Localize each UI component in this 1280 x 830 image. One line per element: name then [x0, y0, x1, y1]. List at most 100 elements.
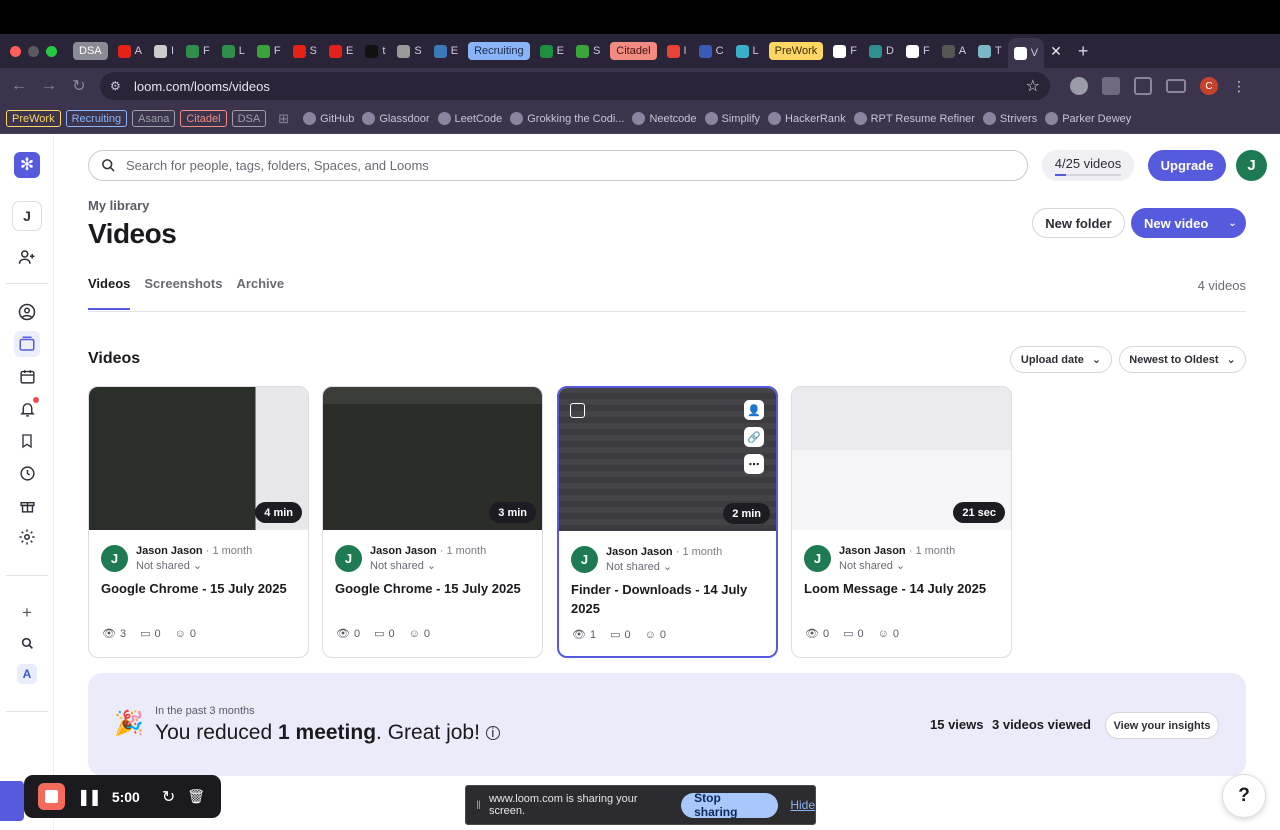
- minimize-window-button[interactable]: [28, 45, 39, 57]
- camera-bubble-edge[interactable]: [0, 781, 24, 821]
- video-title[interactable]: Finder - Downloads - 14 July 2025: [571, 580, 767, 618]
- bookmark-item[interactable]: RPT Resume Refiner: [853, 112, 975, 125]
- bookmark-star-icon[interactable]: ☆: [1026, 76, 1040, 96]
- address-bar[interactable]: ⚙ loom.com/looms/videos ☆: [100, 72, 1050, 100]
- tab-group-label[interactable]: PreWork: [768, 42, 824, 60]
- stop-recording-button[interactable]: [38, 783, 65, 810]
- tab-group-label[interactable]: Citadel: [610, 42, 657, 60]
- bookmark-item[interactable]: HackerRank: [768, 112, 846, 125]
- select-checkbox[interactable]: [570, 403, 585, 418]
- share-with-people-icon[interactable]: 👤: [744, 400, 764, 420]
- browser-tab[interactable]: S: [287, 39, 323, 63]
- new-folder-button[interactable]: New folder: [1032, 208, 1125, 238]
- browser-tab[interactable]: t: [359, 39, 391, 63]
- invite-people-icon[interactable]: [14, 244, 40, 270]
- search-icon[interactable]: [14, 630, 40, 656]
- help-button[interactable]: ?: [1222, 774, 1266, 818]
- browser-tab[interactable]: D: [863, 39, 900, 63]
- video-card[interactable]: 4 min J Jason Jason · 1 month Not shared…: [88, 386, 309, 658]
- drag-handle-icon[interactable]: ‖: [476, 798, 481, 812]
- search-input[interactable]: Search for people, tags, folders, Spaces…: [88, 150, 1028, 181]
- author-avatar[interactable]: J: [804, 545, 831, 572]
- new-tab-button[interactable]: +: [1078, 41, 1089, 62]
- author-name[interactable]: Jason Jason: [839, 545, 906, 557]
- profile-icon[interactable]: [14, 299, 40, 325]
- browser-tab[interactable]: I: [661, 39, 693, 63]
- browser-tab[interactable]: C: [693, 39, 730, 63]
- bookmark-item[interactable]: Parker Dewey: [1045, 112, 1131, 125]
- video-card[interactable]: 2 min J Jason Jason · 1 month Not shared…: [557, 386, 778, 658]
- extension-icon[interactable]: [1102, 77, 1120, 95]
- bookmark-group-chip[interactable]: Recruiting: [65, 110, 128, 127]
- add-icon[interactable]: +: [14, 600, 40, 626]
- notifications-bell-icon[interactable]: [14, 396, 40, 422]
- restart-icon[interactable]: ↻: [162, 787, 175, 807]
- puzzle-extensions-icon[interactable]: [1134, 77, 1152, 95]
- browser-tab[interactable]: I: [148, 39, 180, 63]
- apps-grid-icon[interactable]: ⊞: [278, 111, 289, 127]
- bookmark-item[interactable]: GitHub: [303, 112, 354, 125]
- video-card[interactable]: 3 min J Jason Jason · 1 month Not shared…: [322, 386, 543, 658]
- browser-tab[interactable]: A: [936, 39, 972, 63]
- sort-order-dropdown[interactable]: Newest to Oldest ⌄: [1119, 346, 1246, 373]
- breadcrumb[interactable]: My library: [88, 198, 149, 213]
- profile-avatar[interactable]: C: [1200, 77, 1218, 95]
- new-video-button[interactable]: New video ⌄: [1131, 208, 1246, 238]
- calendar-icon[interactable]: [14, 363, 40, 389]
- video-title[interactable]: Google Chrome - 15 July 2025: [335, 579, 531, 598]
- pause-icon[interactable]: ❚❚: [77, 787, 102, 807]
- browser-menu-icon[interactable]: ⋮: [1232, 77, 1246, 95]
- bookmark-item[interactable]: Strivers: [982, 112, 1037, 125]
- forward-button[interactable]: →: [34, 77, 64, 95]
- info-icon[interactable]: i: [485, 726, 500, 741]
- browser-tab[interactable]: V: [1007, 38, 1045, 68]
- delete-trash-icon[interactable]: 🗑: [187, 788, 205, 805]
- bookmark-icon[interactable]: [14, 428, 40, 454]
- reload-button[interactable]: ↻: [64, 76, 94, 96]
- workspace-switcher[interactable]: J: [12, 201, 42, 231]
- bookmark-group-chip[interactable]: Asana: [132, 110, 176, 127]
- extension-icon[interactable]: [1070, 77, 1088, 95]
- view-insights-button[interactable]: View your insights: [1105, 712, 1219, 739]
- browser-tab[interactable]: S: [391, 39, 427, 63]
- browser-tab[interactable]: S: [570, 39, 606, 63]
- settings-gear-icon[interactable]: [14, 524, 40, 550]
- more-options-icon[interactable]: ⋯: [744, 454, 764, 474]
- sharing-status-dropdown[interactable]: Not shared ⌄: [606, 560, 672, 573]
- author-avatar[interactable]: J: [571, 546, 598, 573]
- upgrade-button[interactable]: Upgrade: [1148, 150, 1226, 181]
- sort-field-dropdown[interactable]: Upload date ⌄: [1010, 346, 1112, 373]
- browser-tab[interactable]: E: [428, 39, 464, 63]
- bookmark-group-chip[interactable]: Citadel: [180, 110, 227, 127]
- video-card[interactable]: 21 sec J Jason Jason · 1 month Not share…: [791, 386, 1012, 658]
- video-quota-indicator[interactable]: 4/25 videos: [1042, 150, 1134, 181]
- author-name[interactable]: Jason Jason: [136, 545, 203, 557]
- history-clock-icon[interactable]: [14, 460, 40, 486]
- loom-logo-icon[interactable]: ✻: [14, 152, 40, 178]
- bookmark-item[interactable]: Simplify: [704, 112, 760, 125]
- video-title[interactable]: Loom Message - 14 July 2025: [804, 579, 1000, 598]
- close-tab-icon[interactable]: ✕: [1044, 39, 1068, 63]
- browser-tab[interactable]: F: [180, 39, 216, 63]
- site-info-icon[interactable]: ⚙: [110, 79, 124, 93]
- fullscreen-window-button[interactable]: [46, 45, 57, 57]
- hide-notice-link[interactable]: Hide: [790, 798, 815, 812]
- back-button[interactable]: ←: [4, 77, 34, 95]
- library-icon[interactable]: [14, 331, 40, 357]
- browser-tab[interactable]: E: [534, 39, 570, 63]
- video-title[interactable]: Google Chrome - 15 July 2025: [101, 579, 297, 598]
- bookmark-item[interactable]: LeetCode: [437, 112, 502, 125]
- side-panel-icon[interactable]: [1166, 79, 1186, 93]
- sharing-status-dropdown[interactable]: Not shared ⌄: [136, 559, 202, 572]
- gift-icon[interactable]: [14, 492, 40, 518]
- bookmark-item[interactable]: Glassdoor: [362, 112, 430, 125]
- browser-tab[interactable]: L: [216, 39, 251, 63]
- tab-archive[interactable]: Archive: [236, 276, 284, 310]
- browser-tab[interactable]: E: [323, 39, 359, 63]
- user-avatar[interactable]: J: [1236, 150, 1267, 181]
- stop-sharing-button[interactable]: Stop sharing: [681, 791, 779, 819]
- browser-tab[interactable]: L: [730, 39, 765, 63]
- author-name[interactable]: Jason Jason: [606, 546, 673, 558]
- author-name[interactable]: Jason Jason: [370, 545, 437, 557]
- browser-tab[interactable]: F: [900, 39, 936, 63]
